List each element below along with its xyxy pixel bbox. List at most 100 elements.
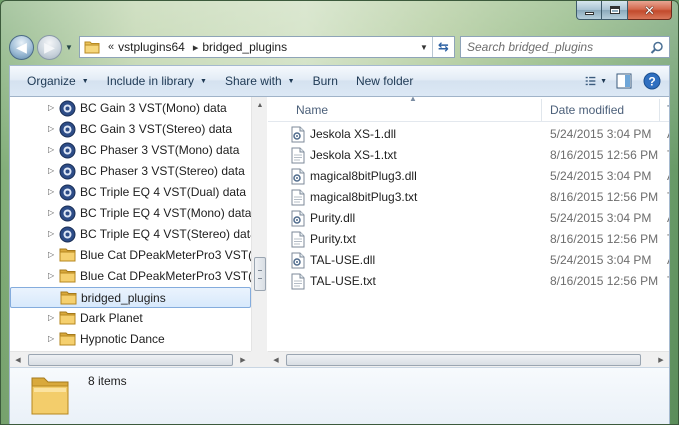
preview-pane-button[interactable] <box>613 70 635 92</box>
help-button[interactable]: ? <box>641 70 663 92</box>
burn-button[interactable]: Burn <box>304 69 347 93</box>
address-dropdown-icon[interactable]: ▼ <box>416 43 432 52</box>
column-name[interactable]: Name <box>296 97 546 122</box>
expand-arrow-icon[interactable]: ▷ <box>48 271 54 280</box>
navigation-pane-scrollbar[interactable]: ▲ ▼ <box>251 97 267 367</box>
file-name: Purity.txt <box>310 232 356 246</box>
expand-arrow-icon[interactable]: ▷ <box>48 124 54 133</box>
navigation-pane-hscrollbar[interactable]: ◀ ▶ <box>10 351 251 367</box>
file-name: magical8bitPlug3.dll <box>310 169 417 183</box>
expand-arrow-icon[interactable]: ▷ <box>48 250 54 259</box>
file-row[interactable]: Purity.txt 8/16/2015 12:56 PM T <box>268 229 669 250</box>
address-controls: ▼ ⇆ <box>416 37 454 57</box>
expand-arrow-icon[interactable]: ▷ <box>48 229 54 238</box>
tree-item[interactable]: ▷ BC Triple EQ 4 VST(Stereo) data <box>10 224 257 245</box>
tree-item[interactable]: ▷ BC Phaser 3 VST(Mono) data <box>10 140 251 161</box>
folder-icon <box>59 268 76 286</box>
file-name: TAL-USE.dll <box>310 253 376 267</box>
back-button[interactable]: ◀ <box>9 34 34 60</box>
organize-label: Organize <box>27 74 76 88</box>
item-count: 8 items <box>88 374 127 388</box>
organize-menu[interactable]: Organize ▼ <box>18 69 98 93</box>
file-type: A <box>667 211 669 225</box>
expand-arrow-icon[interactable]: ▷ <box>48 208 54 217</box>
expand-arrow-icon[interactable]: ▷ <box>48 166 54 175</box>
file-row[interactable]: Jeskola XS-1.txt 8/16/2015 12:56 PM T <box>268 145 669 166</box>
column-divider[interactable] <box>541 99 542 121</box>
folder-icon <box>59 247 76 265</box>
column-type[interactable]: T <box>667 97 669 122</box>
tree-item-label: BC Gain 3 VST(Stereo) data <box>80 122 233 136</box>
column-type-label: T <box>667 103 669 117</box>
refresh-button[interactable]: ⇆ <box>432 37 454 57</box>
tree-item-label: BC Triple EQ 4 VST(Stereo) data <box>80 227 257 241</box>
file-row[interactable]: TAL-USE.dll 5/24/2015 3:04 PM A <box>268 250 669 271</box>
column-divider[interactable] <box>659 99 660 121</box>
new-folder-button[interactable]: New folder <box>347 69 422 93</box>
file-type: T <box>667 148 669 162</box>
file-name: Purity.dll <box>310 211 356 225</box>
tree-item[interactable]: ▷ BC Gain 3 VST(Mono) data <box>10 98 251 119</box>
file-row[interactable]: Purity.dll 5/24/2015 3:04 PM A <box>268 208 669 229</box>
breadcrumb-bridged-plugins[interactable]: bridged_plugins <box>202 40 287 54</box>
chevron-down-icon: ▼ <box>81 77 89 85</box>
tree-item-label: Blue Cat DPeakMeterPro3 VST(M <box>80 248 263 262</box>
expand-arrow-icon[interactable]: ▷ <box>48 103 54 112</box>
folder-icon <box>59 310 76 328</box>
hscroll-thumb[interactable] <box>286 354 641 366</box>
tree-item[interactable]: bridged_plugins <box>10 287 251 308</box>
file-list-hscrollbar[interactable]: ◀ ▶ <box>268 351 669 367</box>
close-button[interactable]: ✕ <box>628 1 672 20</box>
text-file-icon <box>290 147 306 167</box>
change-view-button[interactable]: ▼ <box>585 70 607 92</box>
scroll-left-icon[interactable]: ◀ <box>10 352 26 368</box>
column-name-label: Name <box>296 102 329 117</box>
file-name: magical8bitPlug3.txt <box>310 190 418 204</box>
tree-item[interactable]: ▷ Blue Cat DPeakMeterPro3 VST(St <box>10 266 263 287</box>
tree-item[interactable]: ▷ Blue Cat DPeakMeterPro3 VST(M <box>10 245 262 266</box>
close-icon: ✕ <box>644 2 655 18</box>
scroll-left-icon[interactable]: ◀ <box>268 352 284 368</box>
expand-arrow-icon[interactable]: ▷ <box>48 145 54 154</box>
column-date-modified[interactable]: Date modified <box>550 97 660 122</box>
tree-item[interactable]: ▷ BC Triple EQ 4 VST(Mono) data <box>10 203 251 224</box>
scroll-up-icon[interactable]: ▲ <box>252 97 268 113</box>
minimize-button[interactable] <box>576 1 602 20</box>
expand-arrow-icon[interactable]: ▷ <box>48 313 54 322</box>
burn-label: Burn <box>312 74 338 88</box>
expand-arrow-icon[interactable]: ▷ <box>48 187 54 196</box>
chevron-down-icon[interactable]: ▼ <box>600 78 607 85</box>
recent-pages-dropdown[interactable]: ▼ <box>63 43 75 52</box>
forward-button[interactable]: ▶ <box>37 34 62 60</box>
folder-icon <box>59 331 76 349</box>
new-folder-label: New folder <box>355 74 414 88</box>
tree-item[interactable]: ▷ Dark Planet <box>10 308 251 329</box>
breadcrumb-separator[interactable]: ▸ <box>193 41 199 54</box>
scrollbar-thumb[interactable] <box>254 257 266 291</box>
file-row[interactable]: magical8bitPlug3.txt 8/16/2015 12:56 PM T <box>268 187 669 208</box>
address-bar[interactable]: « vstplugins64 ▸ bridged_plugins ▼ ⇆ <box>79 36 455 58</box>
file-row[interactable]: Jeskola XS-1.dll 5/24/2015 3:04 PM A <box>268 124 669 145</box>
file-row[interactable]: TAL-USE.txt 8/16/2015 12:56 PM T <box>268 271 669 292</box>
search-box[interactable] <box>460 36 670 58</box>
tree-item[interactable]: ▷ Hypnotic Dance <box>10 329 251 350</box>
search-input[interactable] <box>467 40 647 54</box>
scroll-right-icon[interactable]: ▶ <box>653 352 669 368</box>
view-details-icon <box>585 76 596 86</box>
include-in-library-menu[interactable]: Include in library ▼ <box>98 69 216 93</box>
maximize-button[interactable] <box>602 1 628 20</box>
tree-item[interactable]: ▷ BC Gain 3 VST(Stereo) data <box>10 119 251 140</box>
file-row[interactable]: magical8bitPlug3.dll 5/24/2015 3:04 PM A <box>268 166 669 187</box>
include-in-library-label: Include in library <box>106 74 195 88</box>
expand-arrow-icon[interactable]: ▷ <box>48 334 54 343</box>
hscroll-thumb[interactable] <box>28 354 233 366</box>
text-file-icon <box>290 273 306 293</box>
explorer-window: ✕ ◀ ▶ ▼ « vstplugins64 ▸ bridged_plugins… <box>0 0 679 425</box>
tree-item[interactable]: ▷ BC Triple EQ 4 VST(Dual) data <box>10 182 251 203</box>
breadcrumb-overflow[interactable]: « <box>108 41 114 53</box>
file-date-modified: 8/16/2015 12:56 PM <box>550 232 659 246</box>
tree-item[interactable]: ▷ BC Phaser 3 VST(Stereo) data <box>10 161 251 182</box>
breadcrumb-vstplugins64[interactable]: vstplugins64 <box>118 40 185 54</box>
scroll-right-icon[interactable]: ▶ <box>235 352 251 368</box>
share-with-menu[interactable]: Share with ▼ <box>216 69 304 93</box>
